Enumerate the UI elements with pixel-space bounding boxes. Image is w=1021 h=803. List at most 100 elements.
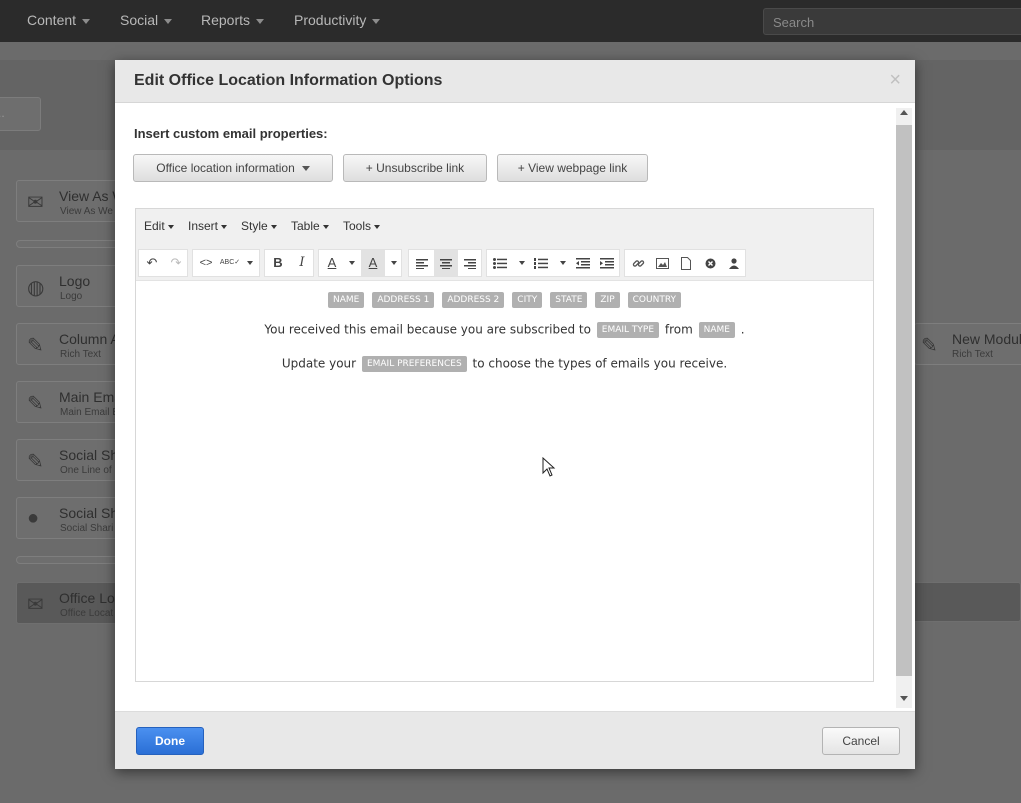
scroll-down-arrow-icon[interactable]: [900, 696, 908, 701]
module-subtitle: View As We: [60, 206, 113, 217]
module-office-location[interactable]: ✉ Office Loc Office Locat: [16, 582, 126, 624]
link-icon[interactable]: [626, 250, 650, 276]
chevron-down-icon: [322, 224, 329, 229]
bold-icon[interactable]: B: [266, 250, 290, 276]
nav-productivity[interactable]: Productivity: [294, 12, 381, 28]
line-text: to choose the types of emails you receiv…: [472, 356, 728, 371]
token-name[interactable]: NAME: [698, 322, 735, 338]
token-name[interactable]: NAME: [327, 291, 365, 308]
menu-tools-label: Tools: [343, 219, 372, 233]
close-icon[interactable]: ×: [889, 70, 901, 90]
module-subtitle: Logo: [60, 291, 83, 302]
modal-footer: Done Cancel: [115, 711, 915, 769]
chevron-down-icon[interactable]: [391, 261, 397, 265]
menu-table-label: Table: [291, 219, 320, 233]
modal-header: Edit Office Location Information Options…: [115, 60, 915, 103]
align-left-icon[interactable]: [410, 250, 434, 276]
indent-icon[interactable]: [595, 250, 619, 276]
globe-icon: ◍: [27, 277, 45, 299]
module-subtitle: One Line of: [60, 465, 112, 476]
module-new-module[interactable]: ✎ New Module Rich Text: [914, 323, 1021, 365]
numbered-list-icon[interactable]: [529, 250, 553, 276]
token-zip[interactable]: ZIP: [595, 291, 620, 308]
chevron-down-icon[interactable]: [560, 261, 566, 265]
line-text: .: [740, 322, 745, 337]
spellcheck-icon[interactable]: ABC✓: [218, 250, 242, 276]
chevron-down-icon: [372, 18, 381, 24]
nav-social-label: Social: [120, 12, 159, 28]
menu-table[interactable]: Table: [291, 219, 329, 233]
menu-style[interactable]: Style: [241, 219, 277, 233]
menu-edit[interactable]: Edit: [144, 219, 174, 233]
edit-icon: ✎: [27, 393, 44, 415]
token-state[interactable]: STATE: [550, 291, 588, 308]
special-char-icon[interactable]: [698, 250, 722, 276]
token-email-preferences[interactable]: EMAIL PREFERENCES: [361, 356, 467, 372]
format-group: B I: [264, 249, 314, 277]
nav-social[interactable]: Social: [120, 12, 173, 28]
source-code-icon[interactable]: <>: [194, 250, 218, 276]
history-group: ↶ ↷: [138, 249, 188, 277]
token-country[interactable]: COUNTRY: [627, 291, 682, 308]
address-token-row: NAME ADDRESS 1 ADDRESS 2 CITY STATE ZIP COUNTR…: [136, 289, 873, 308]
module-title: Logo: [59, 273, 91, 289]
align-center-icon[interactable]: [434, 250, 458, 276]
redo-icon[interactable]: ↷: [164, 250, 188, 276]
modal-title: Edit Office Location Information Options: [134, 72, 443, 89]
font-color-icon[interactable]: A: [320, 250, 344, 276]
view-webpage-link-button[interactable]: + View webpage link: [497, 154, 648, 182]
editor-menubar: Edit Insert Style Table Tools: [136, 209, 873, 245]
module-divider: [16, 556, 126, 564]
undo-icon[interactable]: ↶: [140, 250, 164, 276]
token-email-type[interactable]: EMAIL TYPE: [596, 322, 660, 338]
edit-icon: ✎: [921, 335, 938, 357]
cancel-button[interactable]: Cancel: [822, 727, 900, 755]
menu-insert[interactable]: Insert: [188, 219, 228, 233]
background-button[interactable]: ..: [0, 97, 41, 131]
outdent-icon[interactable]: [571, 250, 595, 276]
subscription-line: You received this email because you are …: [136, 322, 873, 338]
module-main-email[interactable]: ✎ Main Ema Main Email B: [16, 381, 126, 423]
image-icon[interactable]: [650, 250, 674, 276]
nav-content[interactable]: Content: [27, 12, 91, 28]
background-color-icon[interactable]: A: [361, 250, 385, 276]
token-address-2[interactable]: ADDRESS 2: [442, 291, 505, 308]
edit-icon: ✎: [27, 451, 44, 473]
modal-scrollbar[interactable]: [896, 108, 912, 708]
module-social-share-1[interactable]: ✎ Social Sh One Line of: [16, 439, 126, 481]
module-subtitle: Rich Text: [952, 349, 993, 360]
italic-icon[interactable]: I: [290, 250, 314, 276]
nav-reports[interactable]: Reports: [201, 12, 265, 28]
module-view-as-web[interactable]: ✉ View As W View As We: [16, 180, 126, 222]
office-location-dropdown[interactable]: Office location information: [133, 154, 333, 182]
chevron-down-icon[interactable]: [247, 261, 253, 265]
module-social-share-2[interactable]: ● Social Sh Social Shari: [16, 497, 126, 539]
token-address-1[interactable]: ADDRESS 1: [372, 291, 435, 308]
code-group: <> ABC✓: [192, 249, 260, 277]
chevron-down-icon[interactable]: [519, 261, 525, 265]
person-icon[interactable]: [722, 250, 746, 276]
module-title: Office Loc: [59, 590, 122, 606]
scroll-up-arrow-icon[interactable]: [900, 110, 908, 115]
unsubscribe-link-button[interactable]: + Unsubscribe link: [343, 154, 487, 182]
nav-content-label: Content: [27, 12, 77, 28]
insert-group: [624, 249, 746, 277]
editor-content[interactable]: NAME ADDRESS 1 ADDRESS 2 CITY STATE ZIP COUNTR…: [136, 282, 873, 681]
menu-tools[interactable]: Tools: [343, 219, 381, 233]
module-subtitle: Office Locat: [60, 608, 114, 619]
bullet-list-icon[interactable]: [488, 250, 512, 276]
document-icon[interactable]: [674, 250, 698, 276]
envelope-icon: ✉: [27, 192, 44, 214]
scrollbar-thumb[interactable]: [896, 125, 912, 676]
done-button[interactable]: Done: [136, 727, 204, 755]
token-city[interactable]: CITY: [512, 291, 543, 308]
align-right-icon[interactable]: [458, 250, 482, 276]
module-logo[interactable]: ◍ Logo Logo: [16, 265, 126, 307]
chevron-down-icon: [167, 224, 174, 229]
chevron-down-icon[interactable]: [349, 261, 355, 265]
nav-reports-label: Reports: [201, 12, 251, 28]
comment-icon: ●: [27, 507, 40, 529]
search-input[interactable]: Search: [763, 8, 1021, 35]
module-column-a[interactable]: ✎ Column A Rich Text: [16, 323, 126, 365]
top-navigation: Content Social Reports Productivity Sear…: [0, 0, 1021, 42]
